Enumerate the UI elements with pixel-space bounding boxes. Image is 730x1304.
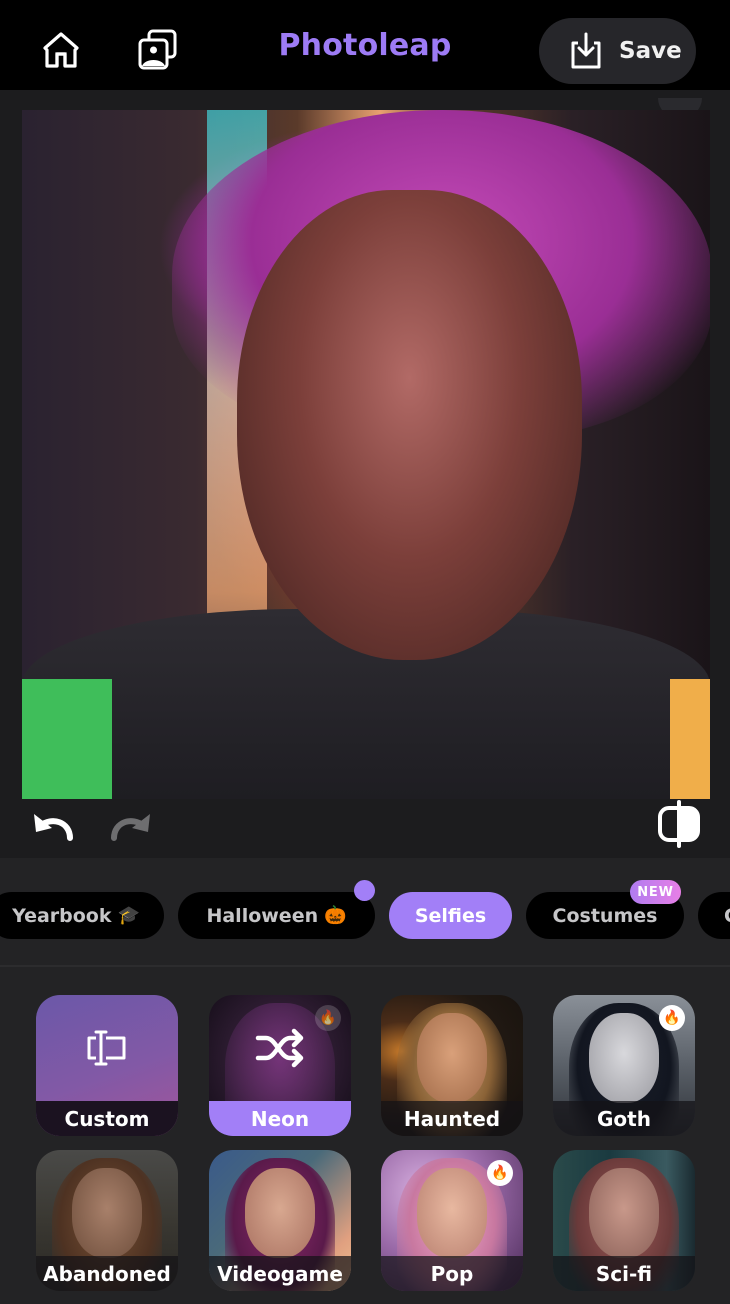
chip-selfies[interactable]: Selfies [389, 892, 512, 939]
style-grid: Custom 🔥 Neon Haunted 🔥 Goth Abandoned V… [0, 967, 730, 1304]
tile-face [417, 1168, 487, 1258]
canvas-area [0, 90, 730, 858]
tile-face [417, 1013, 487, 1103]
tile-label: Neon [209, 1101, 351, 1136]
top-bar: Photoleap Save [0, 0, 730, 90]
green-accent [22, 679, 112, 799]
style-tile-custom[interactable]: Custom [36, 995, 178, 1136]
undo-icon [34, 814, 73, 841]
pumpkin-icon: 🎃 [324, 905, 347, 926]
chip-label: Costumes [552, 904, 658, 927]
tile-label: Pop [381, 1256, 523, 1291]
hot-badge-icon: 🔥 [487, 1160, 513, 1186]
tile-label: Custom [36, 1101, 178, 1136]
compare-button[interactable] [655, 800, 703, 852]
tile-label: Abandoned [36, 1256, 178, 1291]
style-tile-haunted[interactable]: Haunted [381, 995, 523, 1136]
custom-text-icon [87, 1030, 126, 1066]
shuffle-icon [255, 1028, 304, 1068]
chip-next[interactable]: C [698, 892, 730, 939]
tile-icon-wrap [36, 995, 178, 1101]
canvas-tools [0, 800, 730, 850]
style-tile-scifi[interactable]: Sci-fi [553, 1150, 695, 1291]
tile-face [589, 1168, 659, 1258]
graduation-cap-icon: 🎓 [117, 905, 140, 926]
chip-label: Halloween [206, 904, 319, 927]
chip-yearbook[interactable]: Yearbook 🎓 [0, 892, 164, 939]
download-icon [571, 32, 601, 69]
style-tile-pop[interactable]: 🔥 Pop [381, 1150, 523, 1291]
face [237, 190, 582, 660]
style-tile-videogame[interactable]: Videogame [209, 1150, 351, 1291]
compare-icon [658, 800, 700, 848]
hot-badge-icon: 🔥 [315, 1005, 341, 1031]
chip-halloween[interactable]: Halloween 🎃 [178, 892, 375, 939]
save-button[interactable]: Save [539, 18, 696, 84]
style-tile-goth[interactable]: 🔥 Goth [553, 995, 695, 1136]
style-tile-neon[interactable]: 🔥 Neon [209, 995, 351, 1136]
notification-dot [354, 880, 375, 901]
redo-button[interactable] [106, 808, 154, 846]
edited-photo[interactable] [22, 110, 710, 799]
hot-badge-icon: 🔥 [659, 1005, 685, 1031]
redo-icon [111, 814, 150, 841]
tile-label: Goth [553, 1101, 695, 1136]
tile-label: Sci-fi [553, 1256, 695, 1291]
chip-label: Yearbook [12, 904, 112, 927]
tile-face [245, 1168, 315, 1258]
orange-accent [670, 679, 710, 799]
new-badge: NEW [630, 880, 681, 904]
chip-label: Selfies [414, 904, 487, 927]
tile-face [72, 1168, 142, 1258]
tile-label: Videogame [209, 1256, 351, 1291]
tile-label: Haunted [381, 1101, 523, 1136]
save-label: Save [619, 38, 682, 64]
undo-button[interactable] [30, 808, 78, 846]
chip-label: C [724, 905, 730, 927]
style-tile-abandoned[interactable]: Abandoned [36, 1150, 178, 1291]
tile-face [589, 1013, 659, 1103]
